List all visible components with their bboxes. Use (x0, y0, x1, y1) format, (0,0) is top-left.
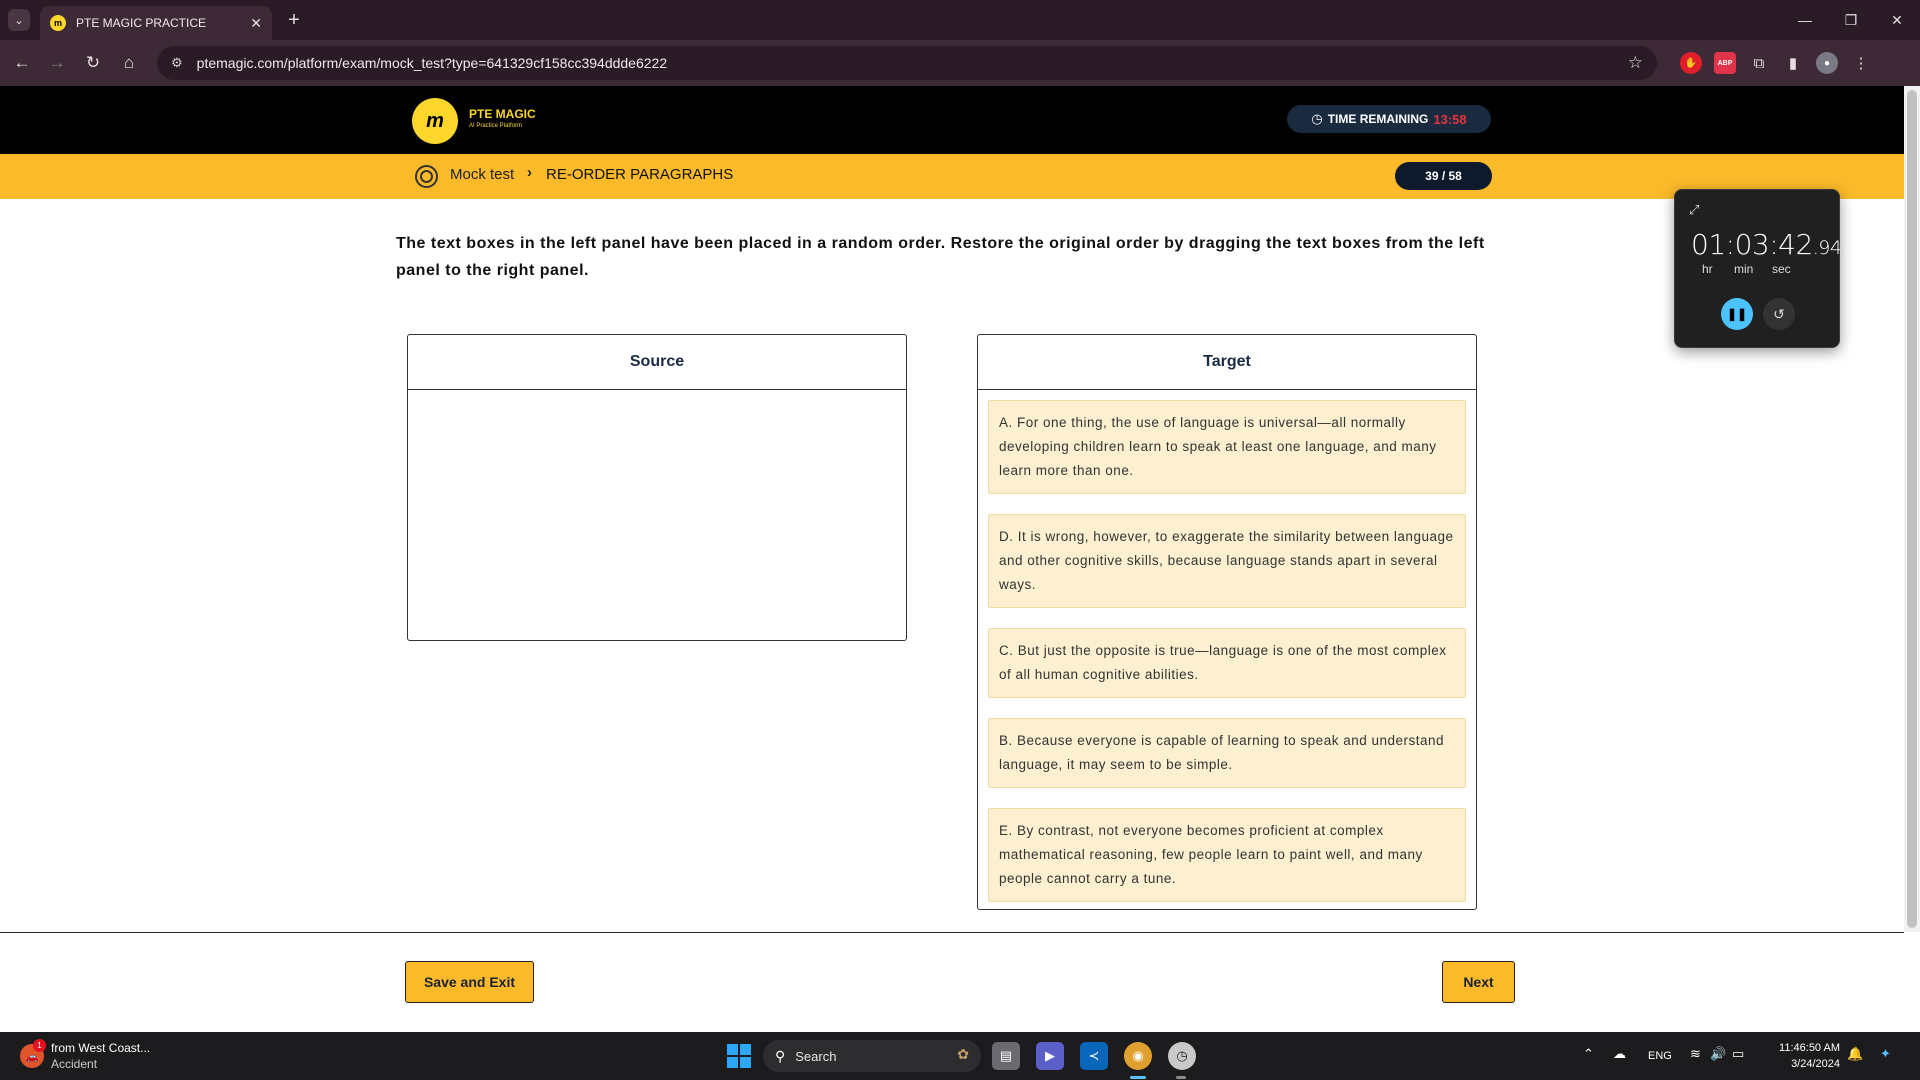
paragraph-box[interactable]: A. For one thing, the use of language is… (988, 400, 1466, 494)
side-panel-icon[interactable]: ▮ (1782, 52, 1804, 74)
input-language[interactable]: ENG (1648, 1050, 1672, 1062)
stopwatch-units: hr min sec (1675, 262, 1841, 276)
home-icon[interactable]: ⌂ (117, 51, 141, 75)
extensions-puzzle-icon[interactable]: ⧉ (1748, 52, 1770, 74)
restore-icon[interactable]: ❐ (1828, 0, 1874, 40)
question-instructions: The text boxes in the left panel have be… (396, 235, 1485, 279)
site-info-icon[interactable]: ⚙ (171, 55, 183, 71)
adblock-icon[interactable]: ABP (1714, 52, 1736, 74)
stopwatch-time: 01:03:42.94 (1691, 228, 1842, 261)
expand-icon[interactable]: ⤢ (1689, 202, 1699, 218)
close-tab-icon[interactable]: ✕ (250, 15, 262, 32)
address-bar[interactable]: ⚙ ptemagic.com/platform/exam/mock_test?t… (157, 46, 1657, 80)
url-text[interactable]: ptemagic.com/platform/exam/mock_test?typ… (197, 55, 667, 71)
profile-avatar-icon[interactable]: ● (1816, 52, 1838, 74)
widget-subtitle[interactable]: Accident (51, 1057, 97, 1071)
source-dropzone[interactable] (408, 390, 906, 400)
start-windows-icon[interactable] (727, 1044, 751, 1068)
battery-icon[interactable]: ▭ (1732, 1046, 1744, 1062)
chevron-right-icon: › (527, 164, 532, 181)
tab-title: PTE MAGIC PRACTICE (76, 16, 207, 30)
site-favicon-icon: m (50, 15, 66, 31)
bookmark-star-icon[interactable]: ☆ (1628, 53, 1643, 73)
chrome-icon[interactable]: ◉ (1124, 1042, 1152, 1070)
unit-min: min (1734, 262, 1754, 276)
paragraph-box[interactable]: D. It is wrong, however, to exaggerate t… (988, 514, 1466, 608)
search-highlight-icon: ✿ (957, 1046, 969, 1062)
browser-tab[interactable]: m PTE MAGIC PRACTICE ✕ (40, 6, 272, 40)
minimize-icon[interactable]: — (1782, 0, 1828, 40)
widget-title[interactable]: from West Coast... (51, 1041, 150, 1055)
save-and-exit-button[interactable]: Save and Exit (405, 961, 534, 1003)
target-panel-title: Target (978, 335, 1476, 390)
clock-time[interactable]: 11:46:50 AM (1768, 1042, 1840, 1054)
browser-menu-icon[interactable]: ⋮ (1850, 52, 1872, 74)
page-scrollbar[interactable] (1904, 86, 1920, 932)
browser-tabbar: ⌄ m PTE MAGIC PRACTICE ✕ + — ❐ ✕ (0, 0, 1920, 40)
target-icon (415, 165, 438, 188)
unit-sec: sec (1772, 262, 1791, 276)
onedrive-icon[interactable]: ☁ (1613, 1046, 1626, 1062)
time-remaining-badge: ◷ TIME REMAINING 13:58 (1287, 105, 1491, 133)
paragraph-box[interactable]: E. By contrast, not everyone becomes pro… (988, 808, 1466, 902)
stopwatch-time-main: 01:03:42 (1691, 228, 1813, 261)
tab-search-icon[interactable]: ⌄ (8, 9, 30, 31)
file-explorer-icon[interactable]: ▤ (992, 1042, 1020, 1070)
clock-date[interactable]: 3/24/2024 (1768, 1058, 1840, 1070)
unit-hr: hr (1702, 262, 1713, 276)
teams-icon[interactable]: ▶ (1036, 1042, 1064, 1070)
page-scrollbar-thumb[interactable] (1907, 90, 1917, 928)
clock-icon: ◷ (1311, 111, 1323, 126)
time-remaining-value: 13:58 (1433, 111, 1467, 127)
paragraph-box[interactable]: B. Because everyone is capable of learni… (988, 718, 1466, 788)
chrome-active-indicator (1130, 1076, 1146, 1079)
breadcrumb-bar: Mock test › RE-ORDER PARAGRAPHS 39 / 58 (0, 154, 1904, 199)
target-panel[interactable]: Target A. For one thing, the use of lang… (977, 334, 1477, 910)
notification-badge: 1 (33, 1039, 46, 1052)
source-panel-title: Source (408, 335, 906, 390)
back-icon[interactable]: ← (10, 51, 34, 75)
new-tab-icon[interactable]: + (282, 8, 306, 32)
next-button[interactable]: Next (1442, 961, 1515, 1003)
search-label: Search (795, 1048, 837, 1064)
reload-icon[interactable]: ↻ (81, 51, 105, 75)
taskbar-search[interactable]: ⚲ Search ✿ (763, 1040, 981, 1072)
stopwatch-time-fraction: .94 (1812, 237, 1842, 259)
stopwatch-widget: ⤢ 01:03:42.94 hr min sec ❚❚ ↺ (1674, 189, 1842, 348)
extension-red-icon[interactable]: ✋ (1680, 52, 1702, 74)
window-controls: — ❐ ✕ (1782, 0, 1920, 40)
taskbar: 🚗 1 from West Coast... Accident ⚲ Search… (0, 1032, 1920, 1080)
vscode-icon[interactable]: ≺ (1080, 1042, 1108, 1070)
footer-divider (0, 932, 1904, 933)
site-header: m PTE MAGIC AI Practice Platform ◷ TIME … (0, 86, 1904, 154)
breadcrumb-mock-test[interactable]: Mock test (450, 166, 514, 183)
stopwatch-app-icon[interactable]: ◷ (1168, 1042, 1196, 1070)
extensions-area: ✋ ABP ⧉ ▮ ● ⋮ (1680, 51, 1872, 75)
logo-icon[interactable]: m (412, 98, 458, 144)
pause-icon[interactable]: ❚❚ (1721, 298, 1753, 330)
tray-chevron-up-icon[interactable]: ⌃ (1583, 1046, 1594, 1062)
browser-toolbar: ← → ↻ ⌂ ⚙ ptemagic.com/platform/exam/moc… (0, 40, 1920, 86)
reset-icon[interactable]: ↺ (1763, 298, 1795, 330)
search-icon: ⚲ (775, 1047, 786, 1064)
logo-title: PTE MAGIC (469, 107, 536, 121)
question-progress-badge: 39 / 58 (1395, 162, 1492, 190)
stopwatch-app-indicator (1176, 1076, 1186, 1079)
paragraph-box[interactable]: C. But just the opposite is true—languag… (988, 628, 1466, 698)
logo-subtitle: AI Practice Platform (469, 123, 523, 129)
breadcrumb-current: RE-ORDER PARAGRAPHS (546, 166, 734, 183)
window-close-icon[interactable]: ✕ (1874, 0, 1920, 40)
volume-icon[interactable]: 🔊 (1710, 1046, 1726, 1062)
target-dropzone[interactable]: A. For one thing, the use of language is… (978, 390, 1476, 902)
copilot-icon[interactable]: ✦ (1880, 1046, 1891, 1062)
time-remaining-label: TIME REMAINING (1327, 112, 1429, 126)
wifi-icon[interactable]: ≋ (1690, 1046, 1701, 1062)
notifications-bell-icon[interactable]: 🔔 (1847, 1046, 1863, 1062)
source-panel[interactable]: Source (407, 334, 907, 641)
forward-icon[interactable]: → (45, 51, 69, 75)
